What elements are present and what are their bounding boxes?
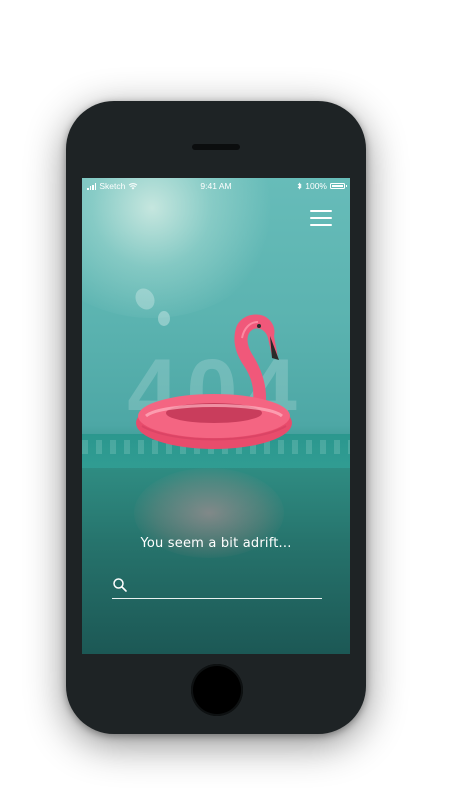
phone-device: 404 Sketch 9:41 AM 100% You seem a bit a… xyxy=(66,101,366,734)
sun-glare xyxy=(82,178,282,318)
battery-percentage: 100% xyxy=(305,181,327,191)
status-right: 100% xyxy=(297,178,347,194)
search-field[interactable] xyxy=(112,574,322,599)
search-icon[interactable] xyxy=(112,577,128,593)
error-message: You seem a bit adrift... xyxy=(140,536,292,551)
search-input[interactable] xyxy=(132,576,320,596)
status-bar: Sketch 9:41 AM 100% xyxy=(82,178,350,194)
home-button[interactable] xyxy=(191,664,243,716)
phone-screen: 404 Sketch 9:41 AM 100% You seem a bit a… xyxy=(82,178,350,654)
canvas: 404 Sketch 9:41 AM 100% You seem a bit a… xyxy=(0,0,468,798)
bluetooth-icon xyxy=(297,182,302,190)
battery-icon xyxy=(330,183,347,189)
earpiece-speaker xyxy=(192,144,240,150)
hamburger-menu-icon[interactable] xyxy=(310,208,334,228)
flamingo-float-image xyxy=(136,314,292,449)
